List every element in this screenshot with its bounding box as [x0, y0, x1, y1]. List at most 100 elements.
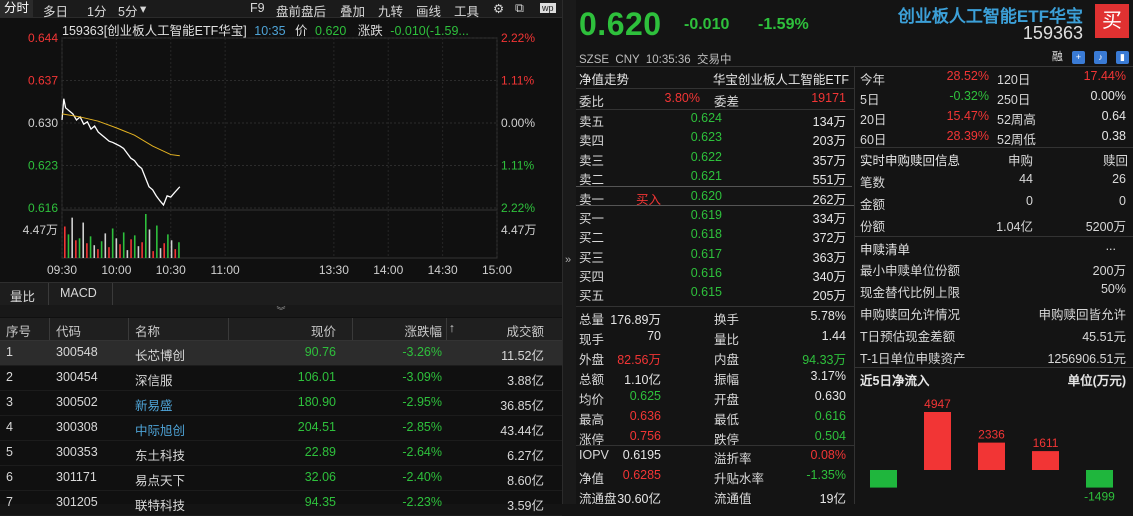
y-tick-right: 2.22%: [501, 31, 535, 45]
bid-level[interactable]: 买一 0.619 334万: [576, 206, 852, 226]
header-pct[interactable]: 涨跌幅: [404, 321, 442, 340]
stat-label: 均价: [579, 393, 605, 407]
list-header: 申赎清单 ...: [858, 237, 1130, 257]
perf-label: 52周低: [997, 133, 1036, 147]
list-more-button[interactable]: ...: [1106, 239, 1116, 253]
inflow-bar: [1032, 451, 1059, 470]
wp-icon[interactable]: wp: [540, 3, 556, 13]
alert-bell-icon[interactable]: ♪: [1093, 51, 1107, 64]
table-row[interactable]: 6 301171 易点天下 32.06 -2.40% 8.60亿: [0, 466, 562, 491]
header-index[interactable]: 序号: [6, 321, 31, 340]
row-price: 90.76: [304, 345, 336, 359]
stat-label: 溢折率: [714, 452, 752, 466]
sort-up-icon[interactable]: ↑: [449, 321, 455, 335]
stat-row: 最高 0.636 最低 0.616: [576, 407, 852, 427]
stat-value: 94.33万: [802, 353, 846, 367]
tab-volume-ratio[interactable]: 量比: [10, 286, 35, 305]
collapse-handle[interactable]: ︾: [0, 305, 562, 317]
stat-label: 开盘: [714, 393, 740, 407]
level-volume: 372万: [812, 231, 846, 246]
add-icon[interactable]: +: [1071, 51, 1085, 64]
perf-row: 20日 15.47% 52周高 0.64: [858, 107, 1130, 127]
perf-value: 0.00%: [1090, 89, 1126, 103]
volume-bar: [178, 242, 180, 258]
table-header: 序号 代码 名称 现价 涨跌幅 ↑ 成交额: [0, 318, 562, 341]
volume-bar: [133, 235, 136, 258]
perf-value: 0.38: [1101, 129, 1126, 143]
level-label: 卖四: [579, 134, 605, 149]
weicha-value: 19171: [811, 91, 846, 105]
row-amount: 3.88亿: [507, 374, 544, 388]
x-tick: 10:30: [156, 263, 186, 277]
stat-value: 1.44: [821, 329, 846, 343]
ask-level[interactable]: 卖五 0.624 134万: [576, 109, 852, 129]
x-tick: 15:00: [482, 263, 512, 277]
bookmark-icon[interactable]: ▮: [1116, 51, 1129, 64]
level-price: 0.619: [690, 208, 722, 222]
volume-bar: [152, 251, 154, 258]
level-price: 0.615: [690, 285, 722, 300]
tab-intraday[interactable]: 分时: [0, 0, 34, 17]
f9-button[interactable]: F9: [250, 1, 265, 15]
bid-level[interactable]: 买五 0.615 205万: [576, 283, 852, 303]
header-code[interactable]: 代码: [56, 321, 81, 340]
stat-value: 0.630: [814, 389, 846, 403]
chart-toolbar: 分时 多日 1分 5分 ▾ F9 盘前盘后 叠加 九转 画线 工具 ⚙ ⧉ wp: [0, 0, 562, 19]
list-row: 现金替代比例上限 50%: [858, 280, 1130, 300]
volume-bar: [167, 234, 169, 258]
y-tick-left: 0.616: [28, 201, 58, 215]
ask-level[interactable]: 卖二 0.621 551万: [576, 167, 852, 187]
table-row[interactable]: 3 300502 新易盛 180.90 -2.95% 36.85亿: [0, 391, 562, 416]
list-value: 申购赎回皆允许: [1038, 308, 1126, 322]
stat-label: 总额: [579, 373, 605, 387]
stat-label: 外盘: [579, 353, 605, 367]
volume-bar: [115, 238, 118, 258]
row-price: 204.51: [297, 420, 336, 434]
row-code: 300454: [56, 370, 98, 384]
perf-row: 5日 -0.32% 250日 0.00%: [858, 87, 1130, 107]
ask-level[interactable]: 卖四 0.623 203万: [576, 128, 852, 148]
intraday-chart[interactable]: 0.644 2.22% 0.637 1.11% 0.630 0.00% 0.623 1.11%…: [0, 18, 562, 280]
level-price: 0.623: [690, 130, 722, 145]
margin-badge[interactable]: 融: [1052, 48, 1063, 64]
table-row[interactable]: 4 300308 中际旭创 204.51 -2.85% 43.44亿: [0, 416, 562, 441]
header-amount[interactable]: 成交额: [506, 321, 544, 340]
table-row[interactable]: 2 300454 深信服 106.01 -3.09% 3.88亿: [0, 366, 562, 391]
volume-label-left: 4.47万: [23, 223, 58, 237]
bid-level[interactable]: 买三 0.617 363万: [576, 245, 852, 265]
bid-level[interactable]: 买四 0.616 340万: [576, 264, 852, 284]
expand-icon[interactable]: »: [565, 254, 571, 266]
header-name[interactable]: 名称: [135, 321, 160, 340]
tab-5min-dropdown[interactable]: ▾: [140, 1, 146, 16]
nav-trend-link[interactable]: 净值走势: [579, 69, 629, 88]
bid-level[interactable]: 买二 0.618 372万: [576, 225, 852, 245]
row-pct: -2.95%: [402, 395, 442, 409]
tab-macd[interactable]: MACD: [60, 286, 97, 300]
list-title: 申赎清单: [860, 243, 911, 257]
panel-splitter[interactable]: »: [562, 0, 577, 504]
perf-row: 今年 28.52% 120日 17.44%: [858, 67, 1130, 87]
header-price[interactable]: 现价: [311, 321, 336, 340]
settings-icon[interactable]: ⚙: [493, 1, 504, 16]
table-row[interactable]: 1 300548 长芯博创 90.76 -3.26% 11.52亿: [0, 341, 562, 366]
volume-bar: [159, 248, 162, 258]
ask-level[interactable]: 卖三 0.622 357万: [576, 148, 852, 168]
volume-bar: [86, 243, 88, 258]
row-amount: 3.59亿: [507, 499, 544, 513]
inflow-bar: [924, 412, 951, 470]
volume-bar: [122, 232, 125, 258]
row-index: 5: [6, 445, 13, 459]
list-label: 现金替代比例上限: [860, 286, 961, 300]
buy-button[interactable]: 买: [1095, 4, 1129, 38]
y-tick-left: 0.644: [28, 31, 58, 45]
table-row[interactable]: 5 300353 东土科技 22.89 -2.64% 6.27亿: [0, 441, 562, 466]
perf-value: -0.32%: [949, 89, 989, 103]
row-code: 300308: [56, 420, 98, 434]
list-value: 45.51元: [1082, 330, 1126, 344]
row-code: 300353: [56, 445, 98, 459]
redeem-redeem-value: 26: [1112, 172, 1126, 186]
indicator-tabs: 量比 MACD: [0, 282, 562, 306]
layout-icon[interactable]: ⧉: [515, 1, 524, 16]
x-tick: 14:00: [373, 263, 403, 277]
stat-label: 升贴水率: [714, 472, 765, 486]
